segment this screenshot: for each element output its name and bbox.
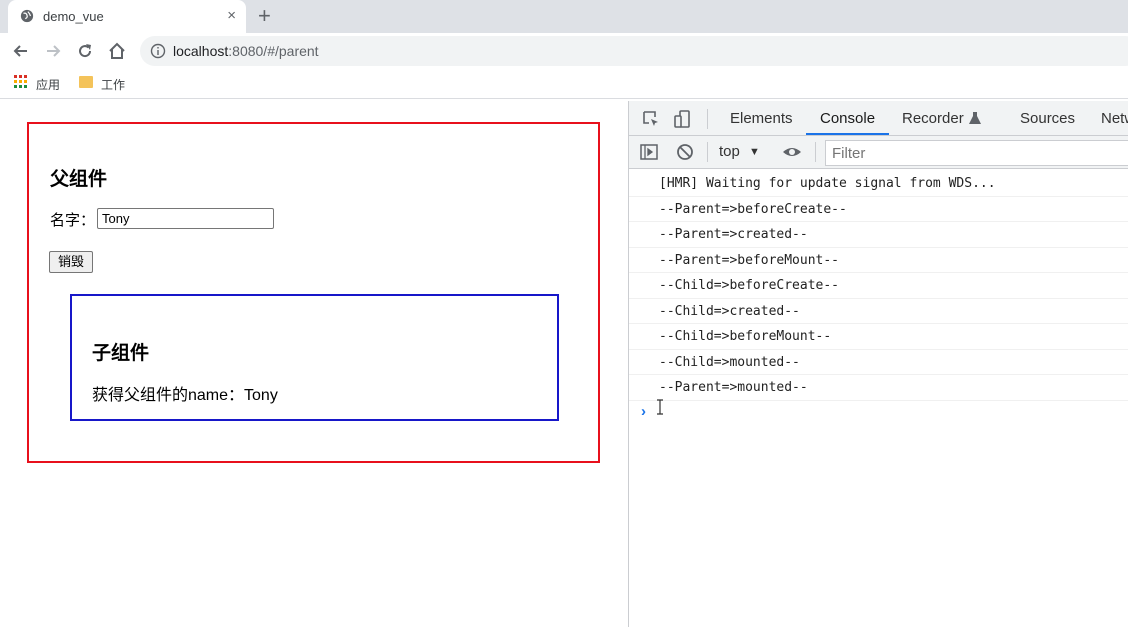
- child-title: 子组件: [92, 343, 150, 364]
- context-selector[interactable]: top: [719, 143, 740, 160]
- toolbar-divider: [707, 109, 708, 129]
- name-input[interactable]: [97, 208, 274, 229]
- log-entry: --Child=>mounted--: [629, 350, 1128, 375]
- apps-icon: [14, 75, 27, 88]
- log-entry: [HMR] Waiting for update signal from WDS…: [629, 171, 1128, 197]
- inspect-element-icon[interactable]: [641, 109, 661, 129]
- toolbar-divider: [815, 142, 816, 162]
- child-component: 子组件 获得父组件的name：Tony: [70, 294, 559, 421]
- tab-console[interactable]: Console: [820, 110, 875, 127]
- console-prompt[interactable]: ›: [641, 403, 646, 420]
- parent-component: 父组件 名字： 销毁 子组件 获得父组件的name：Tony: [27, 122, 600, 463]
- child-name-text: 获得父组件的name：Tony: [92, 387, 278, 404]
- log-entry: --Parent=>mounted--: [629, 375, 1128, 401]
- tab-sources[interactable]: Sources: [1020, 110, 1075, 127]
- close-icon[interactable]: ×: [227, 7, 236, 25]
- new-tab-button[interactable]: +: [258, 4, 271, 28]
- parent-title: 父组件: [50, 169, 108, 190]
- info-icon[interactable]: [150, 43, 166, 59]
- folder-icon: [79, 76, 93, 88]
- log-entry: --Parent=>beforeMount--: [629, 248, 1128, 273]
- console-toolbar: top ▼: [629, 136, 1128, 169]
- destroy-button[interactable]: 销毁: [49, 251, 93, 273]
- sidebar-toggle-icon[interactable]: [639, 142, 659, 162]
- log-entry: --Parent=>created--: [629, 222, 1128, 248]
- filter-field[interactable]: [825, 140, 1128, 166]
- address-bar[interactable]: localhost:8080/#/parent: [140, 36, 1128, 66]
- eye-icon[interactable]: [782, 142, 802, 162]
- log-entry: --Child=>beforeMount--: [629, 324, 1128, 350]
- home-icon[interactable]: [107, 41, 127, 61]
- name-label: 名字：: [50, 212, 96, 229]
- back-icon[interactable]: [11, 41, 31, 61]
- page-content: 父组件 名字： 销毁 子组件 获得父组件的name：Tony: [0, 101, 628, 627]
- tab-elements[interactable]: Elements: [730, 110, 793, 127]
- devtools-panel: Elements Console Recorder Sources Netw t…: [628, 101, 1128, 627]
- console-output: [HMR] Waiting for update signal from WDS…: [629, 171, 1128, 401]
- tab-title: demo_vue: [43, 9, 104, 24]
- log-entry: --Child=>beforeCreate--: [629, 273, 1128, 299]
- browser-tab[interactable]: demo_vue ×: [8, 0, 246, 33]
- reload-icon[interactable]: [75, 41, 95, 61]
- chevron-down-icon[interactable]: ▼: [749, 146, 760, 158]
- browser-toolbar: localhost:8080/#/parent: [0, 33, 1128, 69]
- forward-icon[interactable]: [43, 41, 63, 61]
- log-entry: --Child=>created--: [629, 299, 1128, 324]
- toolbar-divider: [707, 142, 708, 162]
- tab-recorder[interactable]: Recorder: [902, 110, 964, 127]
- bookmarks-bar: 应用 工作: [0, 69, 1128, 99]
- globe-icon: [20, 9, 34, 23]
- bookmark-apps[interactable]: 应用: [36, 76, 60, 93]
- log-entry: --Parent=>beforeCreate--: [629, 197, 1128, 222]
- clear-console-icon[interactable]: [675, 142, 695, 162]
- active-tab-indicator: [806, 133, 889, 135]
- tab-network[interactable]: Netw: [1101, 110, 1128, 127]
- devtools-tabbar: Elements Console Recorder Sources Netw: [629, 101, 1128, 136]
- device-toolbar-icon[interactable]: [673, 109, 693, 129]
- flask-icon: [969, 112, 981, 124]
- url-text: localhost:8080/#/parent: [173, 43, 319, 59]
- tab-strip: demo_vue × +: [0, 0, 1128, 33]
- bookmark-work[interactable]: 工作: [101, 76, 125, 93]
- filter-input[interactable]: [826, 141, 1128, 165]
- text-cursor-icon: [657, 399, 663, 415]
